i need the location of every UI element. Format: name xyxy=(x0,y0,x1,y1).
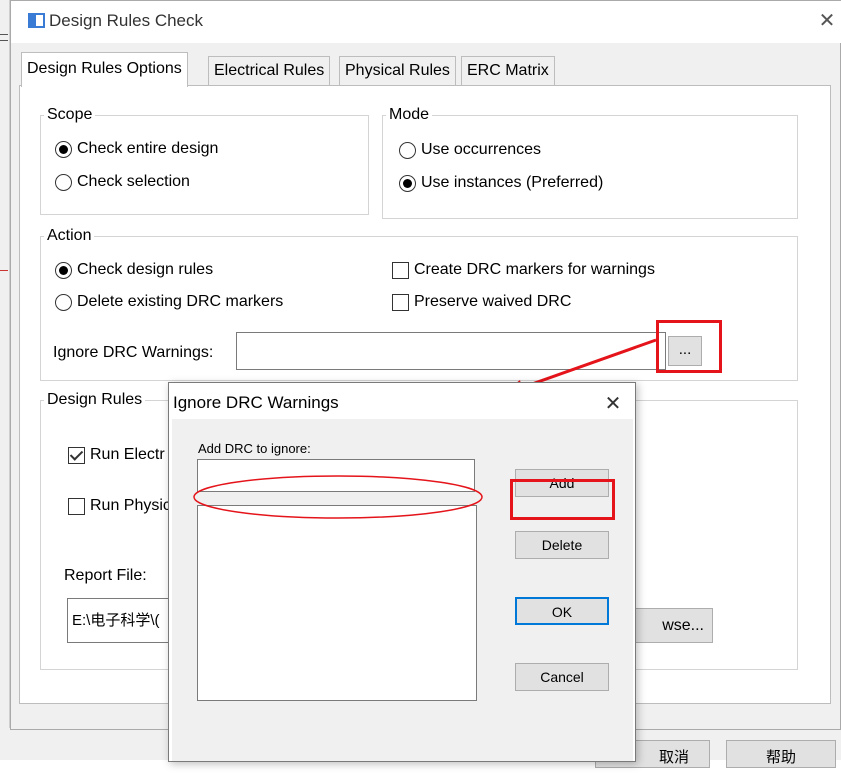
highlight-add-input-ellipse xyxy=(193,475,483,519)
tab-design-rules-options[interactable]: Design Rules Options xyxy=(21,52,188,87)
popup-title: Ignore DRC Warnings xyxy=(173,393,339,412)
ignore-drc-warnings-dialog: Ignore DRC Warnings ✕ Add DRC to ignore:… xyxy=(168,382,636,762)
popup-close-icon[interactable]: ✕ xyxy=(601,391,625,416)
delete-button[interactable]: Delete xyxy=(515,531,609,559)
ignored-drc-list[interactable] xyxy=(197,505,477,701)
popup-body: Add DRC to ignore: Add Delete OK Cancel xyxy=(172,419,633,761)
ok-button[interactable]: OK xyxy=(515,597,609,625)
label-add-drc-to-ignore: Add DRC to ignore: xyxy=(198,441,311,456)
cancel-button[interactable]: Cancel xyxy=(515,663,609,691)
highlight-add-button xyxy=(510,479,615,520)
